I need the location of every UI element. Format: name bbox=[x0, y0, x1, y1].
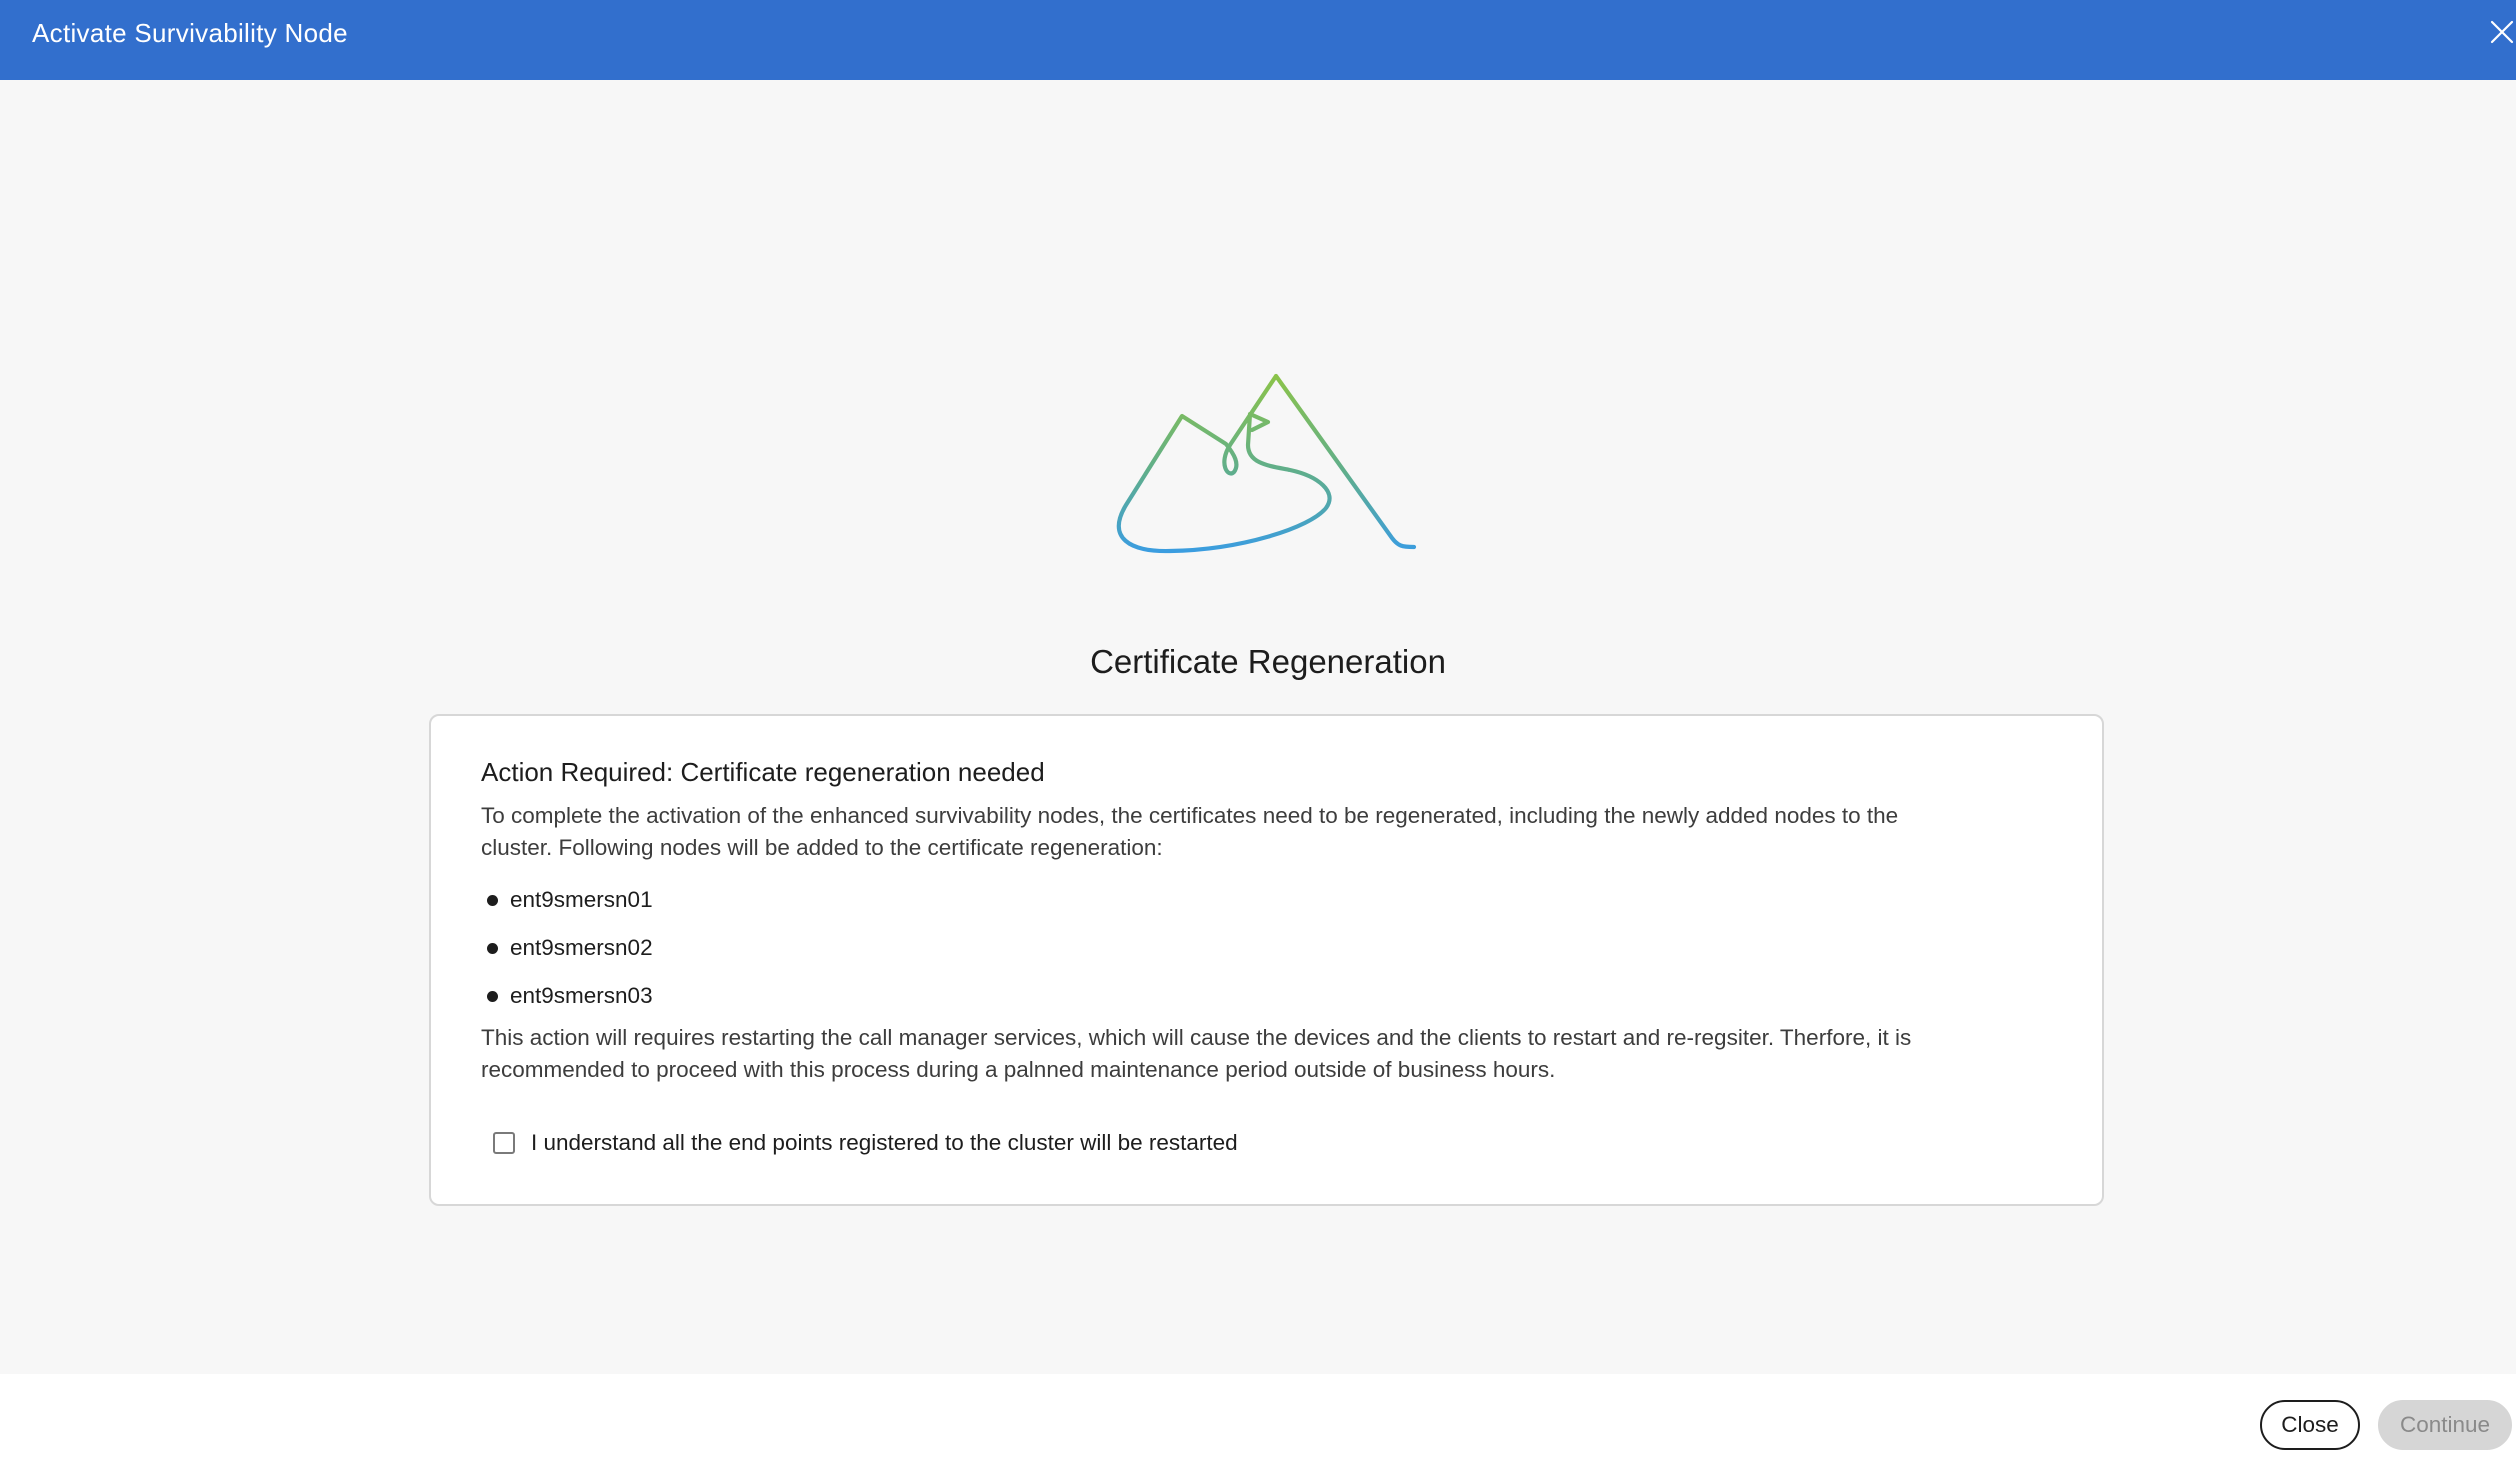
bullet-icon bbox=[487, 990, 498, 1002]
bullet-icon bbox=[487, 942, 498, 954]
certificate-notice-card: Action Required: Certificate regeneratio… bbox=[429, 714, 2104, 1206]
page-title: Certificate Regeneration bbox=[1090, 643, 1446, 680]
dialog-title: Activate Survivability Node bbox=[32, 18, 348, 48]
bullet-icon bbox=[487, 894, 498, 906]
continue-button[interactable]: Continue bbox=[2378, 1400, 2512, 1450]
node-name: ent9smersn01 bbox=[510, 887, 653, 912]
dialog-footer: Close Continue bbox=[0, 1374, 2516, 1462]
dialog-body: Certificate Regeneration Action Required… bbox=[0, 80, 2516, 1374]
restart-warning: This action will requires restarting the… bbox=[481, 1025, 1912, 1082]
list-item: ent9smersn03 bbox=[481, 981, 653, 1011]
close-icon[interactable] bbox=[2488, 18, 2516, 46]
node-name: ent9smersn02 bbox=[510, 935, 653, 960]
dialog-header: Activate Survivability Node bbox=[0, 0, 2516, 80]
card-description: To complete the activation of the enhanc… bbox=[481, 803, 1899, 860]
list-item: ent9smersn01 bbox=[481, 885, 653, 915]
acknowledge-checkbox[interactable] bbox=[493, 1132, 515, 1154]
acknowledge-label[interactable]: I understand all the end points register… bbox=[531, 1128, 1238, 1158]
node-name: ent9smersn03 bbox=[510, 983, 653, 1008]
card-heading: Action Required: Certificate regeneratio… bbox=[481, 757, 1045, 787]
list-item: ent9smersn02 bbox=[481, 933, 653, 963]
acknowledge-checkbox-row[interactable]: I understand all the end points register… bbox=[493, 1128, 1238, 1158]
mountain-path-illustration bbox=[1116, 373, 1417, 554]
close-button[interactable]: Close bbox=[2260, 1400, 2360, 1450]
